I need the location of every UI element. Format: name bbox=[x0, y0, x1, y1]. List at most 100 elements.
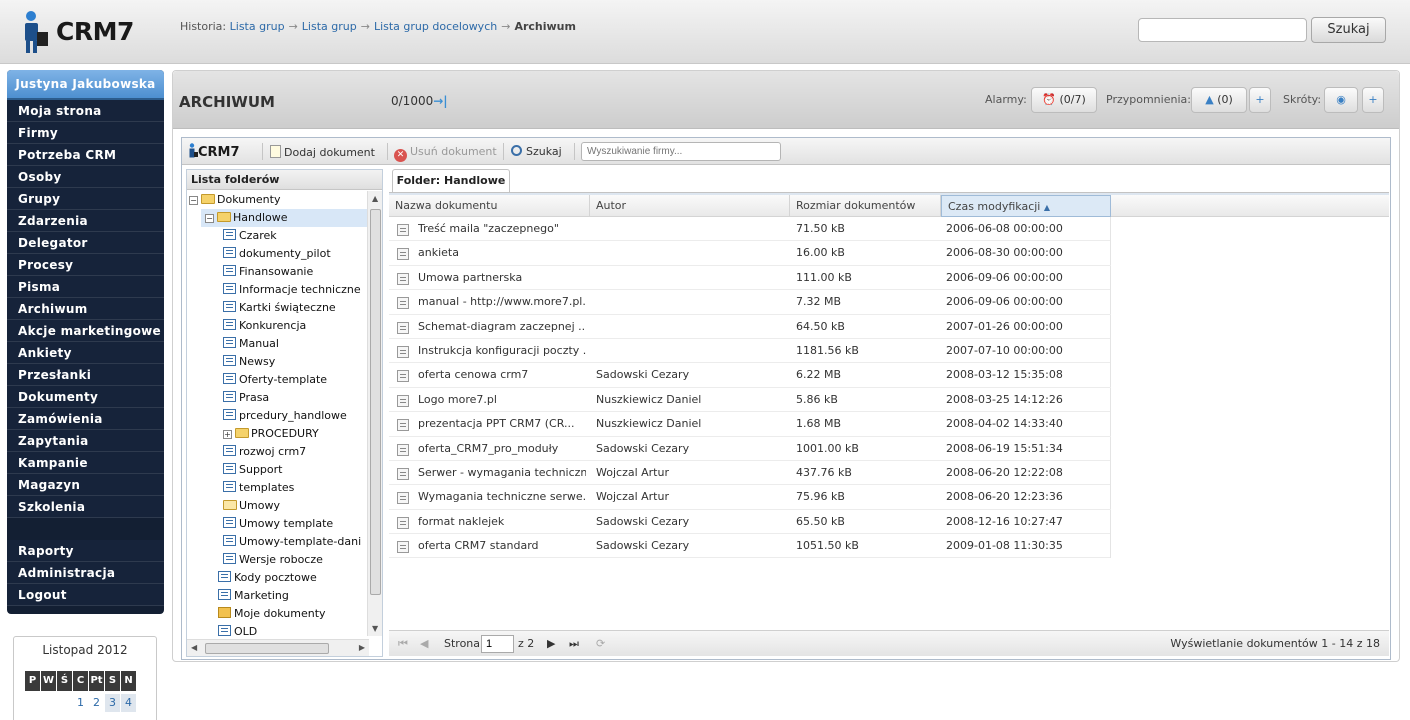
tree-node[interactable]: Marketing bbox=[205, 587, 289, 605]
first-page-icon[interactable]: ⏮ bbox=[398, 637, 408, 651]
reminders-button[interactable]: ▲ (0) bbox=[1191, 87, 1247, 113]
sidebar-item-procesy[interactable]: Procesy bbox=[7, 254, 164, 276]
sidebar-item-archiwum[interactable]: Archiwum bbox=[7, 298, 164, 320]
table-row[interactable]: manual - http://www.more7.pl... 7.32 MB 20… bbox=[389, 290, 1111, 315]
table-row[interactable]: oferta_CRM7_pro_moduły Sadowski Cezary 100… bbox=[389, 436, 1111, 461]
tree-node[interactable]: prcedury_handlowe bbox=[223, 407, 347, 425]
sidebar-item-akcje-marketingowe[interactable]: Akcje marketingowe bbox=[7, 320, 164, 342]
tree-node[interactable]: − Dokumenty bbox=[189, 191, 280, 209]
scroll-up-icon[interactable]: ▲ bbox=[372, 194, 378, 203]
skip-forward-icon[interactable]: →| bbox=[433, 94, 447, 108]
sidebar-item-magazyn[interactable]: Magazyn bbox=[7, 474, 164, 496]
column-modified[interactable]: Czas modyfikacji ▲ bbox=[941, 195, 1111, 217]
sidebar-item-przeslanki[interactable]: Przesłanki bbox=[7, 364, 164, 386]
tree-node[interactable]: Moje dokumenty bbox=[205, 605, 326, 623]
sidebar-item-moja-strona[interactable]: Moja strona bbox=[7, 100, 164, 122]
firm-search-input[interactable] bbox=[581, 142, 781, 161]
table-row[interactable]: Serwer - wymagania techniczne Wojczal Art… bbox=[389, 460, 1111, 486]
collapse-icon[interactable]: − bbox=[205, 214, 214, 223]
tree-node[interactable]: Umowy template bbox=[223, 515, 333, 533]
tree-node[interactable]: dokumenty_pilot bbox=[223, 245, 331, 263]
table-row[interactable]: Umowa partnerska 111.00 kB 2006-09-06 00:0… bbox=[389, 265, 1111, 291]
tree-node[interactable]: templates bbox=[223, 479, 294, 497]
sidebar-item-grupy[interactable]: Grupy bbox=[7, 188, 164, 210]
tree-node[interactable]: Czarek bbox=[223, 227, 277, 245]
table-row[interactable]: prezentacja PPT CRM7 (CR... Nuszkiewicz D… bbox=[389, 412, 1111, 437]
tree-horizontal-scrollbar[interactable]: ◀ ▶ bbox=[187, 639, 369, 656]
sidebar-item-kampanie[interactable]: Kampanie bbox=[7, 452, 164, 474]
expand-icon[interactable]: + bbox=[223, 430, 232, 439]
tree-node[interactable]: Oferty-template bbox=[223, 371, 327, 389]
table-row[interactable]: oferta CRM7 standard Sadowski Cezary 1051.… bbox=[389, 534, 1111, 559]
sidebar-item-dokumenty[interactable]: Dokumenty bbox=[7, 386, 164, 408]
table-row[interactable]: ankieta 16.00 kB 2006-08-30 00:00:00 bbox=[389, 241, 1111, 266]
sidebar-item-zdarzenia[interactable]: Zdarzenia bbox=[7, 210, 164, 232]
last-page-icon[interactable]: ⏭ bbox=[569, 637, 579, 651]
calendar-day[interactable]: 2 bbox=[89, 694, 104, 712]
sidebar-item-szkolenia[interactable]: Szkolenia bbox=[7, 496, 164, 518]
record-counter[interactable]: 0/1000→| bbox=[391, 94, 448, 108]
table-row[interactable]: oferta cenowa crm7 Sadowski Cezary 6.22 MB… bbox=[389, 363, 1111, 388]
search-documents-button[interactable]: Szukaj bbox=[511, 145, 562, 158]
tree-node[interactable]: Prasa bbox=[223, 389, 269, 407]
tree-node[interactable]: rozwoj crm7 bbox=[223, 443, 306, 461]
calendar-day[interactable]: 1 bbox=[73, 694, 88, 712]
tree-node[interactable]: Informacje techniczne bbox=[223, 281, 361, 299]
add-shortcut-button[interactable]: + bbox=[1362, 87, 1384, 113]
tab-folder-handlowe[interactable]: Folder: Handlowe bbox=[392, 169, 510, 192]
column-author[interactable]: Autor bbox=[590, 195, 790, 217]
table-row[interactable]: Schemat-diagram zaczepnej ... 64.50 kB 200… bbox=[389, 314, 1111, 339]
sidebar-item-firmy[interactable]: Firmy bbox=[7, 122, 164, 144]
column-size[interactable]: Rozmiar dokumentów bbox=[790, 195, 941, 217]
scroll-right-icon[interactable]: ▶ bbox=[359, 643, 365, 652]
sidebar-item-osoby[interactable]: Osoby bbox=[7, 166, 164, 188]
sidebar-item-zapytania[interactable]: Zapytania bbox=[7, 430, 164, 452]
tree-node[interactable]: Umowy bbox=[223, 497, 280, 515]
column-name[interactable]: Nazwa dokumentu bbox=[389, 195, 590, 217]
breadcrumb-link-3[interactable]: Lista grup docelowych bbox=[374, 20, 497, 33]
sidebar-item-potrzeba-crm[interactable]: Potrzeba CRM bbox=[7, 144, 164, 166]
add-reminder-button[interactable]: + bbox=[1249, 87, 1271, 113]
prev-page-icon[interactable]: ◀ bbox=[420, 637, 428, 650]
remove-document-button[interactable]: ✕ Usuń dokument bbox=[394, 145, 497, 162]
sidebar-item-pisma[interactable]: Pisma bbox=[7, 276, 164, 298]
tree-node[interactable]: Konkurencja bbox=[223, 317, 306, 335]
table-row[interactable]: Wymagania techniczne serwe... Wojczal Art… bbox=[389, 485, 1111, 510]
tree-node[interactable]: + PROCEDURY bbox=[223, 425, 319, 443]
tree-node[interactable]: Support bbox=[223, 461, 282, 479]
scroll-down-icon[interactable]: ▼ bbox=[372, 624, 378, 633]
tree-node[interactable]: Finansowanie bbox=[223, 263, 313, 281]
sidebar-item-delegator[interactable]: Delegator bbox=[7, 232, 164, 254]
table-row[interactable]: Treść maila "zaczepnego" 71.50 kB 2006-06-… bbox=[389, 217, 1111, 242]
tree-vertical-scrollbar[interactable]: ▲ ▼ bbox=[367, 191, 382, 636]
scroll-thumb[interactable] bbox=[370, 209, 381, 595]
shortcuts-button[interactable]: ◉ bbox=[1324, 87, 1358, 113]
table-row[interactable]: format naklejek Sadowski Cezary 65.50 kB 20… bbox=[389, 509, 1111, 535]
calendar-day[interactable]: 4 bbox=[121, 694, 136, 712]
page-number-input[interactable] bbox=[481, 635, 514, 653]
alarms-button[interactable]: ⏰ (0/7) bbox=[1031, 87, 1097, 113]
tree-node[interactable]: − Handlowe bbox=[201, 209, 367, 227]
user-name[interactable]: Justyna Jakubowska bbox=[7, 70, 164, 100]
tree-node[interactable]: Wersje robocze bbox=[223, 551, 323, 569]
tree-node[interactable]: Newsy bbox=[223, 353, 275, 371]
sidebar-item-raporty[interactable]: Raporty bbox=[7, 540, 164, 562]
add-document-button[interactable]: Dodaj dokument bbox=[270, 145, 375, 159]
breadcrumb-link-2[interactable]: Lista grup bbox=[302, 20, 357, 33]
sidebar-item-administracja[interactable]: Administracja bbox=[7, 562, 164, 584]
tree-node[interactable]: Kartki świąteczne bbox=[223, 299, 336, 317]
table-row[interactable]: Logo more7.pl Nuszkiewicz Daniel 5.86 kB 20… bbox=[389, 387, 1111, 413]
sidebar-item-logout[interactable]: Logout bbox=[7, 584, 164, 606]
scroll-left-icon[interactable]: ◀ bbox=[191, 643, 197, 652]
collapse-icon[interactable]: − bbox=[189, 196, 198, 205]
tree-node[interactable]: Kody pocztowe bbox=[205, 569, 317, 587]
sidebar-item-ankiety[interactable]: Ankiety bbox=[7, 342, 164, 364]
tree-node[interactable]: OLD bbox=[205, 623, 257, 636]
scroll-thumb[interactable] bbox=[205, 643, 329, 654]
tree-node[interactable]: Manual bbox=[223, 335, 279, 353]
calendar-day[interactable]: 3 bbox=[105, 694, 120, 712]
crm7-logo[interactable]: CRM7 bbox=[22, 10, 142, 54]
tree-node[interactable]: Umowy-template-dani bbox=[223, 533, 361, 551]
refresh-icon[interactable]: ⟳ bbox=[596, 637, 605, 650]
sidebar-item-zamowienia[interactable]: Zamówienia bbox=[7, 408, 164, 430]
